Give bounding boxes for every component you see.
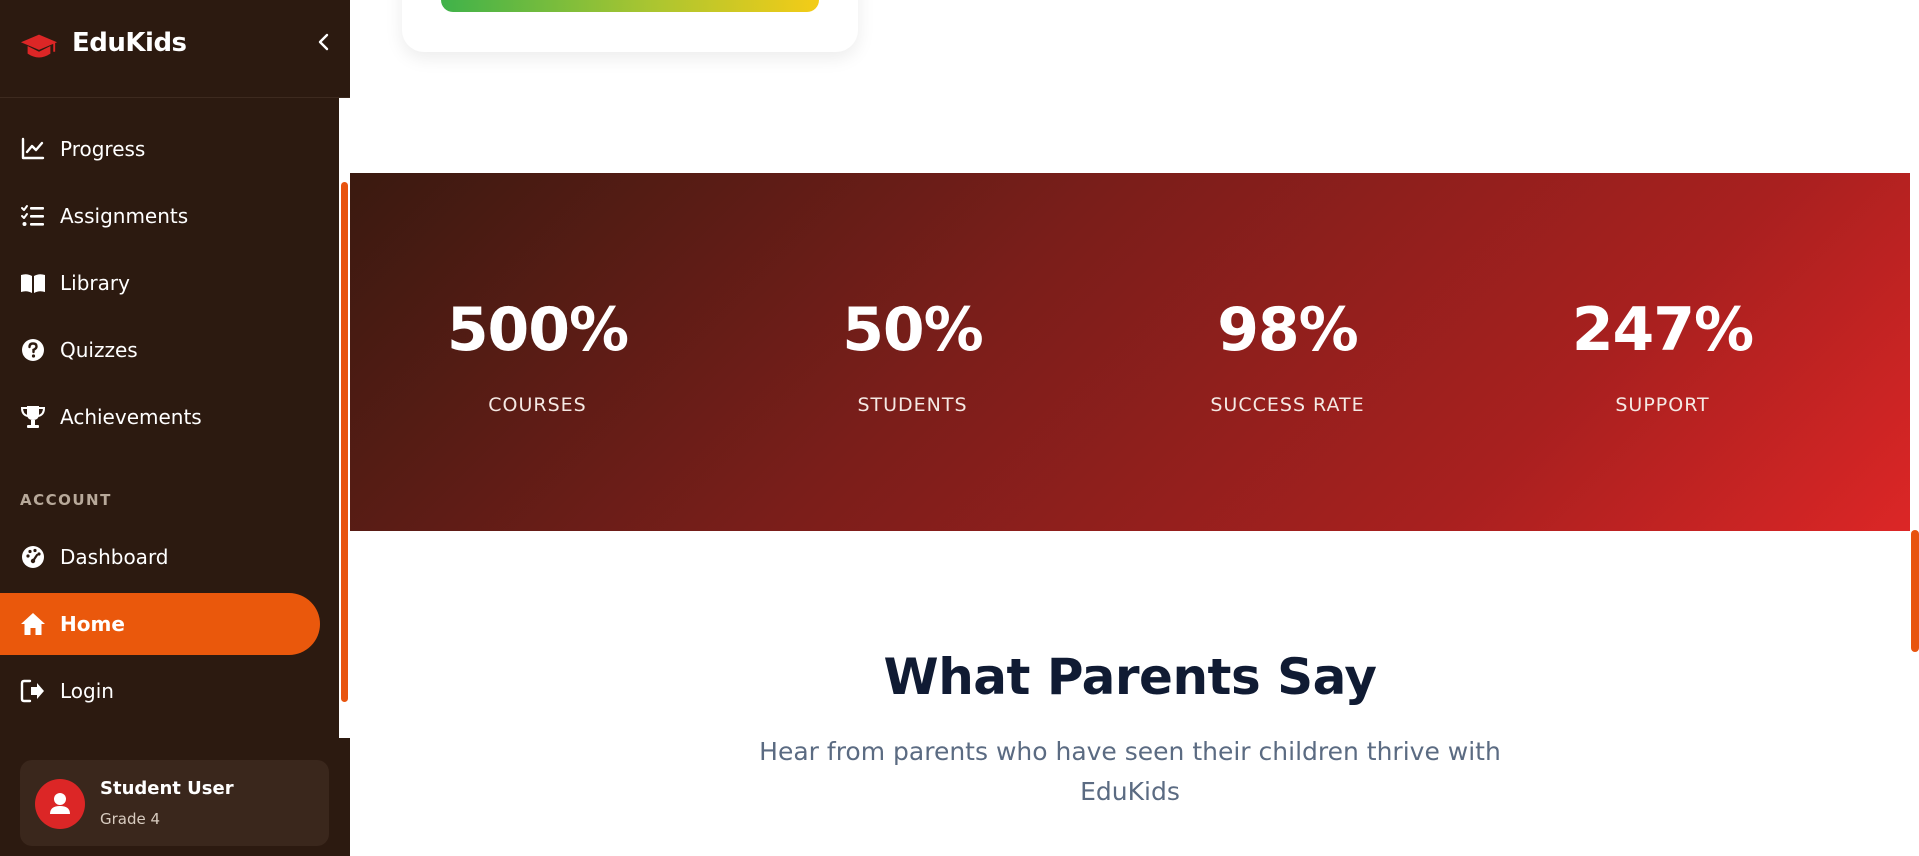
user-icon [50,793,70,814]
testimonials-subtitle: Hear from parents who have seen their ch… [759,737,1501,806]
list-check-icon [21,205,44,226]
stats-banner: 500% COURSES 50% STUDENTS 98% SUCCESS RA… [350,173,1910,531]
sidebar-item-label: Home [60,612,125,636]
stat-label: SUCCESS RATE [1210,394,1365,416]
gauge-icon [22,546,44,568]
stat-value: 98% [1217,295,1359,365]
sidebar-item-label: Assignments [60,204,189,228]
page-scrollbar-thumb[interactable] [1911,530,1919,652]
progress-bar [441,0,819,12]
testimonials-title: What Parents Say [883,648,1377,706]
sidebar-item-progress[interactable]: Progress [0,118,320,180]
sidebar-item-label: Achievements [60,405,202,429]
trophy-icon [20,406,46,428]
graduation-cap-icon [20,34,58,58]
sidebar-item-label: Library [60,271,130,295]
user-name: Student User [100,778,234,799]
page-scrollbar-track[interactable] [1910,0,1919,856]
brand-name[interactable]: EduKids [72,28,187,58]
sidebar-scrollbar-thumb[interactable] [341,182,348,702]
stat-label: SUPPORT [1615,394,1710,416]
stat-success-rate: 98% SUCCESS RATE [1100,173,1475,531]
stat-courses: 500% COURSES [350,173,725,531]
sidebar-item-label: Login [60,679,114,703]
sidebar-item-login[interactable]: Login [0,660,320,722]
main-content: 500% COURSES 50% STUDENTS 98% SUCCESS RA… [350,0,1919,856]
stat-value: 500% [446,295,629,365]
avatar [35,779,85,829]
stat-label: STUDENTS [857,394,968,416]
brand-header: EduKids [0,0,350,98]
chevron-left-icon[interactable] [312,30,336,54]
progress-card [402,0,858,52]
account-section-label: ACCOUNT [20,491,112,509]
sidebar-item-label: Dashboard [60,545,169,569]
user-grade: Grade 4 [100,810,161,828]
stat-value: 50% [842,295,984,365]
sidebar-nav: Progress Assignments Library Quizzes Ach… [0,98,350,738]
sidebar-item-home[interactable]: Home [0,593,320,655]
sidebar-item-assignments[interactable]: Assignments [0,185,320,247]
sidebar-item-label: Quizzes [60,338,138,362]
user-profile-card[interactable]: Student User Grade 4 [20,760,329,846]
chart-line-icon [21,137,45,160]
sidebar-item-dashboard[interactable]: Dashboard [0,526,320,588]
sidebar-item-library[interactable]: Library [0,252,320,314]
stat-support: 247% SUPPORT [1475,173,1850,531]
stat-students: 50% STUDENTS [725,173,1100,531]
sidebar-item-achievements[interactable]: Achievements [0,386,320,448]
stat-value: 247% [1571,295,1754,365]
sign-in-icon [20,679,44,703]
book-open-icon [21,274,45,293]
app-root: EduKids Progress Assignments Library Qui… [0,0,1919,856]
question-circle-icon [22,339,44,361]
stat-label: COURSES [488,394,587,416]
sidebar-item-quizzes[interactable]: Quizzes [0,319,320,381]
sidebar: EduKids Progress Assignments Library Qui… [0,0,350,856]
home-icon [21,613,45,635]
sidebar-item-label: Progress [60,137,146,161]
